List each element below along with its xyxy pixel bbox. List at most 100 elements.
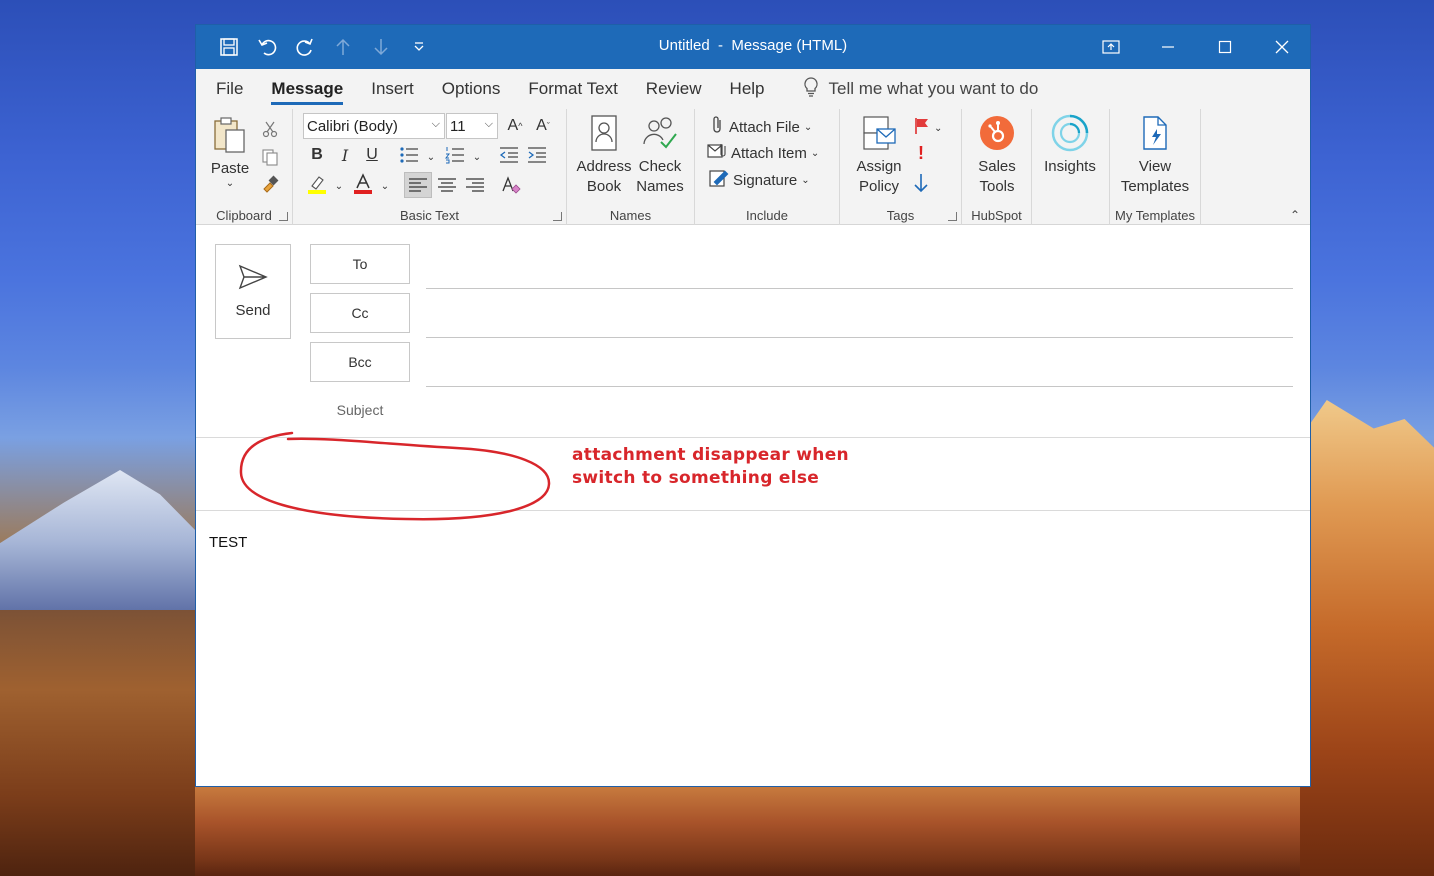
names-group: Address Book Check Names Names xyxy=(567,109,695,225)
ribbon-display-options-icon[interactable] xyxy=(1082,25,1139,69)
chevron-down-icon: ⌵ xyxy=(484,118,493,130)
font-color-icon[interactable] xyxy=(351,172,375,196)
insights-group: Insights xyxy=(1032,109,1110,225)
address-book-button[interactable]: Address Book xyxy=(575,113,633,197)
to-button[interactable]: To xyxy=(310,244,410,284)
check-names-label: Check Names xyxy=(636,158,684,195)
grow-font-button[interactable]: A ^ xyxy=(503,114,527,138)
attach-item-label: Attach Item xyxy=(731,144,807,162)
tell-me-search[interactable]: Tell me what you want to do xyxy=(803,76,1039,103)
annotation-note: attachment disappear when switch to some… xyxy=(572,444,849,490)
basic-text-group: Calibri (Body) ⌵ 11 ⌵ A ^ Aˇ B I U ⌄ ⌄ ⌄… xyxy=(293,109,567,225)
font-name-value: Calibri (Body) xyxy=(307,117,398,135)
chevron-down-icon: ⌄ xyxy=(803,121,813,133)
signature-button[interactable]: Signature ⌄ xyxy=(709,169,810,191)
tags-launcher-icon[interactable] xyxy=(948,212,957,221)
tab-help[interactable]: Help xyxy=(716,69,779,109)
copy-icon[interactable] xyxy=(258,145,282,169)
basic-text-group-label: Basic Text xyxy=(399,208,459,223)
my-templates-group-label: My Templates xyxy=(1115,208,1195,223)
chevron-down-icon: ⌵ xyxy=(431,118,440,130)
sales-tools-label: Sales Tools xyxy=(978,158,1016,195)
tab-message[interactable]: Message xyxy=(257,69,357,109)
highlight-dropdown-icon[interactable]: ⌄ xyxy=(327,174,351,198)
hubspot-group-label: HubSpot xyxy=(971,208,1022,223)
clipboard-launcher-icon[interactable] xyxy=(279,212,288,221)
low-importance-button[interactable] xyxy=(914,173,928,197)
message-body[interactable]: TEST xyxy=(209,534,247,551)
cc-button[interactable]: Cc xyxy=(310,293,410,333)
align-center-icon[interactable] xyxy=(435,173,459,197)
paste-button[interactable]: Paste ⌄ xyxy=(207,115,253,189)
lightbulb-icon xyxy=(803,76,819,103)
insights-button[interactable]: Insights xyxy=(1038,113,1102,177)
attach-file-label: Attach File xyxy=(729,118,800,136)
bullets-dropdown-icon[interactable]: ⌄ xyxy=(419,145,443,169)
signature-label: Signature xyxy=(733,171,798,189)
minimize-icon[interactable] xyxy=(1139,25,1196,69)
follow-up-button[interactable]: ⌄ xyxy=(914,117,942,139)
cut-icon[interactable] xyxy=(258,117,282,141)
send-label: Send xyxy=(235,302,271,319)
insights-label: Insights xyxy=(1044,158,1096,175)
my-templates-group: View Templates My Templates xyxy=(1110,109,1201,225)
check-names-button[interactable]: Check Names xyxy=(631,113,689,197)
view-templates-button[interactable]: View Templates xyxy=(1116,113,1194,197)
clipboard-group: Paste ⌄ Clipboard xyxy=(196,109,293,225)
align-right-icon[interactable] xyxy=(463,173,487,197)
high-importance-button[interactable]: ! xyxy=(918,143,924,164)
desktop-rock-arch xyxy=(1300,400,1434,876)
desktop-rocks xyxy=(195,787,1300,876)
title-bar: Untitled - Message (HTML) xyxy=(196,25,1310,69)
bullets-icon[interactable] xyxy=(397,143,421,167)
shrink-font-button[interactable]: Aˇ xyxy=(531,114,555,138)
basic-text-launcher-icon[interactable] xyxy=(553,212,562,221)
send-button[interactable]: Send xyxy=(215,244,291,339)
clear-formatting-icon[interactable] xyxy=(499,173,523,197)
tab-options[interactable]: Options xyxy=(428,69,515,109)
paperclip-icon xyxy=(709,115,725,139)
numbering-icon[interactable] xyxy=(443,143,467,167)
font-name-combo[interactable]: Calibri (Body) ⌵ xyxy=(303,113,445,139)
address-book-label: Address Book xyxy=(576,158,632,195)
names-group-label: Names xyxy=(609,208,652,223)
tab-review[interactable]: Review xyxy=(632,69,716,109)
tab-file[interactable]: File xyxy=(202,69,257,109)
collapse-ribbon-icon[interactable]: ⌃ xyxy=(1290,208,1300,222)
assign-policy-button[interactable]: Assign Policy xyxy=(848,113,910,197)
highlight-icon[interactable] xyxy=(305,172,329,196)
attach-item-button[interactable]: Attach Item ⌄ xyxy=(707,142,819,164)
attach-item-icon xyxy=(707,142,727,164)
attach-file-button[interactable]: Attach File ⌄ xyxy=(709,115,812,139)
maximize-icon[interactable] xyxy=(1196,25,1253,69)
numbering-dropdown-icon[interactable]: ⌄ xyxy=(465,145,489,169)
assign-policy-icon xyxy=(859,113,899,153)
tab-insert[interactable]: Insert xyxy=(357,69,428,109)
font-size-combo[interactable]: 11 ⌵ xyxy=(446,113,498,139)
tab-format-text[interactable]: Format Text xyxy=(514,69,631,109)
align-left-icon[interactable] xyxy=(404,172,432,198)
annotation-line-2: switch to something else xyxy=(572,468,820,488)
italic-button[interactable]: I xyxy=(333,143,357,167)
insights-icon xyxy=(1050,113,1090,153)
ribbon: Paste ⌄ Clipboard Calibri (Body) ⌵ 11 ⌵ … xyxy=(196,109,1310,225)
increase-indent-icon[interactable] xyxy=(525,143,549,167)
bcc-field[interactable] xyxy=(426,386,1293,387)
underline-button[interactable]: U xyxy=(360,143,384,167)
signature-icon xyxy=(709,169,729,191)
tell-me-text: Tell me what you want to do xyxy=(828,79,1039,98)
to-field[interactable] xyxy=(426,288,1293,289)
check-names-icon xyxy=(640,113,680,153)
bold-button[interactable]: B xyxy=(305,143,329,167)
format-painter-icon[interactable] xyxy=(258,172,282,196)
hubspot-icon xyxy=(977,113,1017,153)
font-color-dropdown-icon[interactable]: ⌄ xyxy=(373,174,397,198)
cc-field[interactable] xyxy=(426,337,1293,338)
close-icon[interactable] xyxy=(1253,25,1310,69)
decrease-indent-icon[interactable] xyxy=(497,143,521,167)
grow-font-label: A xyxy=(507,117,519,134)
paste-dropdown-icon[interactable]: ⌄ xyxy=(226,179,234,189)
sales-tools-button[interactable]: Sales Tools xyxy=(970,113,1024,197)
bcc-button[interactable]: Bcc xyxy=(310,342,410,382)
include-group: Attach File ⌄ Attach Item ⌄ Signature ⌄ … xyxy=(695,109,840,225)
